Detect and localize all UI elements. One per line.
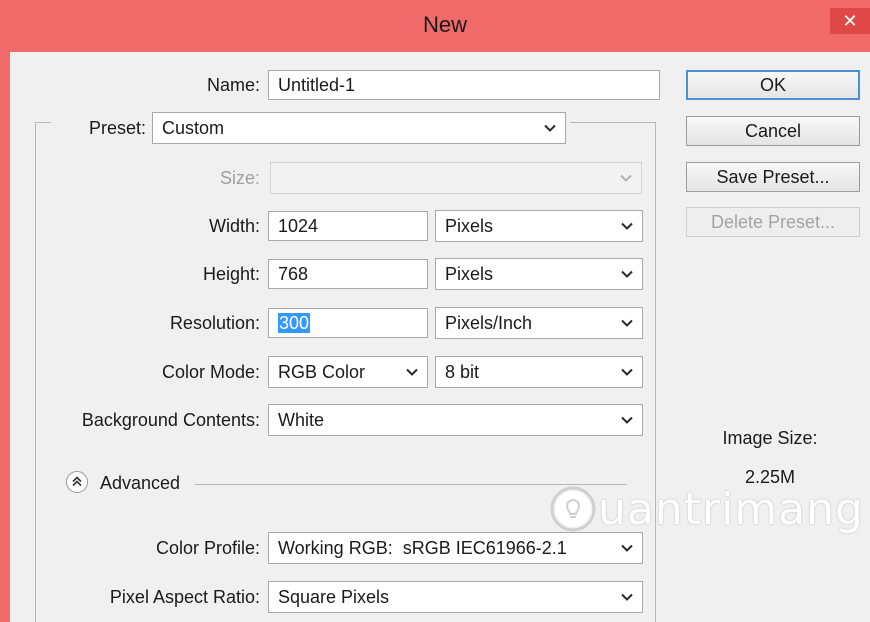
preset-label: Preset: [88, 118, 146, 138]
pixel-aspect-ratio-select[interactable]: Square Pixels [268, 581, 643, 613]
background-contents-label: Background Contents: [81, 410, 260, 430]
close-icon: ✕ [842, 11, 858, 31]
watermark-text: uantrimang [598, 484, 864, 535]
lightbulb-icon [550, 486, 596, 532]
pixel-aspect-ratio-value: Square Pixels [278, 587, 390, 607]
preset-value: Custom [162, 118, 225, 138]
chevron-down-icon [406, 368, 418, 376]
chevron-down-icon [621, 270, 633, 278]
preset-group-left-line [35, 122, 36, 622]
save-preset-button[interactable]: Save Preset... [686, 162, 860, 192]
resolution-unit-value: Pixels/Inch [445, 313, 533, 333]
ok-button[interactable]: OK [686, 70, 860, 100]
height-unit-value: Pixels [445, 264, 494, 284]
cancel-button[interactable]: Cancel [686, 116, 860, 146]
preset-group-top-right-line [570, 122, 656, 123]
close-button[interactable]: ✕ [830, 8, 870, 34]
name-label: Name: [206, 75, 260, 95]
watermark: uantrimang [548, 480, 863, 540]
collapse-up-icon [72, 476, 82, 487]
chevron-down-icon [621, 368, 633, 376]
size-label: Size: [219, 168, 260, 188]
chevron-down-icon [621, 222, 633, 230]
advanced-label: Advanced [100, 473, 181, 493]
chevron-down-icon [544, 124, 556, 132]
preset-group-right-line [655, 122, 656, 622]
resolution-label: Resolution: [169, 313, 260, 333]
chevron-down-icon [621, 593, 633, 601]
title-bar[interactable]: New ✕ [0, 0, 870, 52]
color-mode-label: Color Mode: [161, 362, 260, 382]
dialog-body: Name: Untitled-1 Preset: Custom Size: Wi… [10, 52, 870, 622]
chevron-down-icon [620, 174, 632, 182]
width-unit-value: Pixels [445, 216, 494, 236]
background-contents-value: White [278, 410, 325, 430]
preset-select[interactable]: Custom [152, 112, 566, 144]
chevron-down-icon [621, 319, 633, 327]
delete-preset-button: Delete Preset... [686, 207, 860, 237]
resolution-selected-text: 300 [278, 313, 311, 333]
chevron-down-icon [621, 416, 633, 424]
height-unit-select[interactable]: Pixels [435, 258, 643, 290]
advanced-toggle-button[interactable] [66, 471, 88, 493]
preset-group-top-left-line [35, 122, 51, 123]
height-label: Height: [202, 264, 260, 284]
chevron-down-icon [621, 544, 633, 552]
height-input[interactable]: 768 [268, 259, 428, 289]
background-contents-select[interactable]: White [268, 404, 643, 436]
width-unit-select[interactable]: Pixels [435, 210, 643, 242]
width-label: Width: [208, 216, 260, 236]
width-input[interactable]: 1024 [268, 211, 428, 241]
pixel-aspect-ratio-label: Pixel Aspect Ratio: [109, 587, 260, 607]
color-mode-value: RGB Color [278, 362, 366, 382]
color-mode-select[interactable]: RGB Color [268, 356, 428, 388]
name-input[interactable]: Untitled-1 [268, 70, 660, 100]
size-select [270, 162, 642, 194]
image-size-label: Image Size: [722, 428, 818, 448]
bit-depth-select[interactable]: 8 bit [435, 356, 643, 388]
dialog-title: New [422, 12, 467, 37]
new-document-dialog: New ✕ Name: Untitled-1 Preset: Custom Si… [0, 0, 870, 622]
color-profile-label: Color Profile: [155, 538, 260, 558]
resolution-input[interactable]: 300 [268, 308, 428, 338]
bit-depth-value: 8 bit [445, 362, 480, 382]
resolution-unit-select[interactable]: Pixels/Inch [435, 307, 643, 339]
color-profile-value: Working RGB: sRGB IEC61966-2.1 [278, 538, 567, 558]
